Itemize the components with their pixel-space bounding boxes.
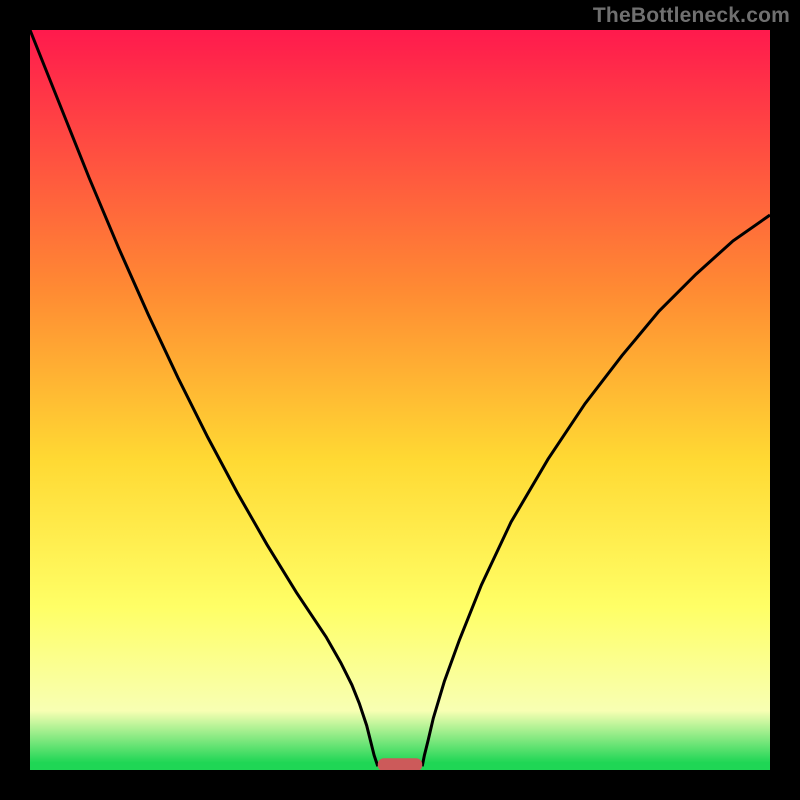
outer-frame: TheBottleneck.com bbox=[0, 0, 800, 800]
attribution-text: TheBottleneck.com bbox=[593, 4, 790, 28]
plot-area bbox=[30, 30, 770, 770]
chart-svg bbox=[30, 30, 770, 770]
gradient-background bbox=[30, 30, 770, 770]
optimal-zone-marker bbox=[378, 758, 422, 770]
